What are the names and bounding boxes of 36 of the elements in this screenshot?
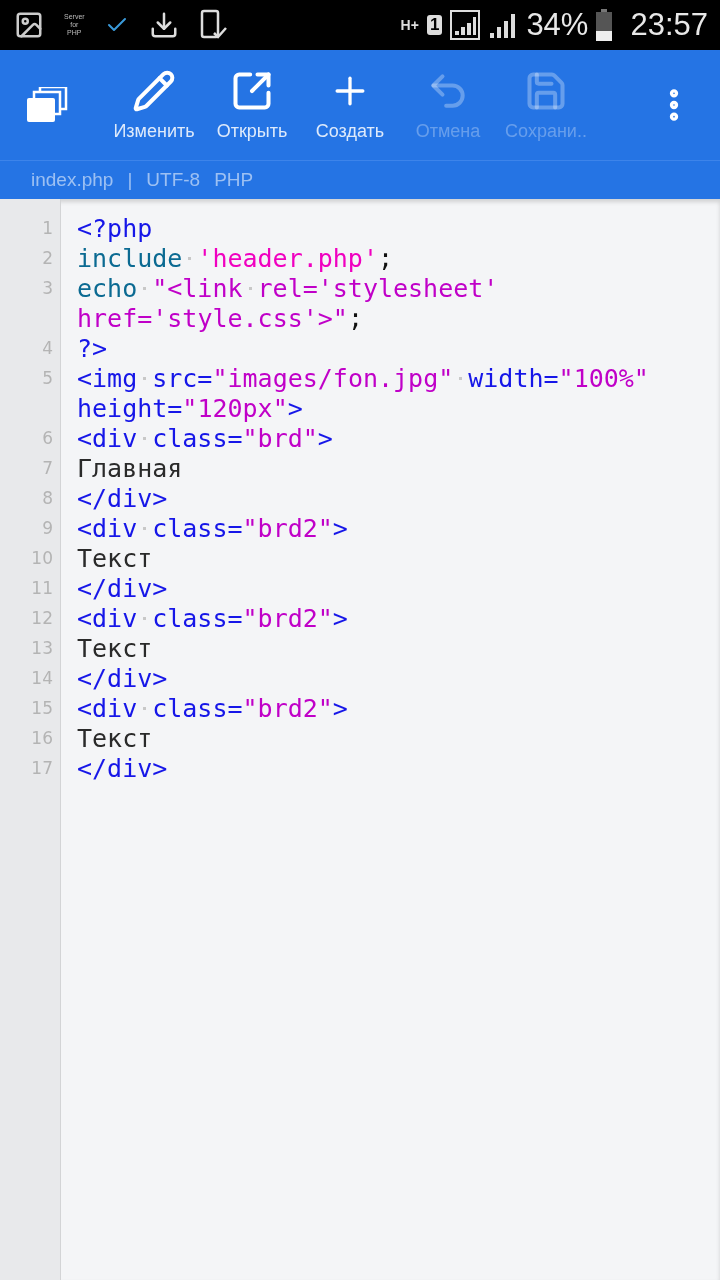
- code-line: <div class="brd2">: [77, 693, 348, 723]
- image-icon: [14, 10, 44, 40]
- code-line: Текст: [77, 633, 153, 663]
- stacked-windows-icon[interactable]: [26, 87, 68, 123]
- code-line: <img src="images/fon.jpg" width="100%": [77, 363, 649, 393]
- code-line: Текст: [77, 723, 153, 753]
- language: PHP: [214, 169, 254, 191]
- code-line: </div>: [77, 483, 168, 513]
- encoding: UTF-8: [146, 169, 201, 191]
- sim-badge: 1: [426, 15, 443, 35]
- battery-percent: 34%: [526, 7, 589, 43]
- signal-icon: [450, 10, 481, 40]
- code-line: <div class="brd">: [77, 423, 333, 453]
- code-line: <div class="brd2">: [77, 603, 348, 633]
- separator: |: [127, 169, 133, 191]
- network-type: H+: [400, 17, 419, 33]
- code-line: height="120px">: [77, 393, 304, 423]
- code-line: ?>: [77, 333, 108, 363]
- code-line: Главная: [77, 453, 183, 483]
- code-line: Текст: [77, 543, 153, 573]
- code-line: echo "<link rel='stylesheet': [77, 273, 499, 303]
- file-name: index.php: [31, 169, 114, 191]
- code-line: include 'header.php';: [77, 243, 394, 273]
- toolbar-action[interactable]: Изменить: [108, 68, 200, 142]
- toolbar-action[interactable]: Создать: [304, 68, 396, 142]
- clock: 23:57: [630, 7, 708, 43]
- code-line: </div>: [77, 573, 168, 603]
- code-line: </div>: [77, 663, 168, 693]
- phone-check-icon: [198, 9, 229, 41]
- toolbar-action[interactable]: Открыть: [206, 68, 298, 142]
- code-line: href='style.css'>";: [77, 303, 364, 333]
- pencil-icon: [132, 68, 176, 113]
- battery-icon: [596, 9, 613, 41]
- code-line: <div class="brd2">: [77, 513, 348, 543]
- code-line: <?php: [77, 213, 153, 243]
- code-line: </div>: [77, 753, 168, 783]
